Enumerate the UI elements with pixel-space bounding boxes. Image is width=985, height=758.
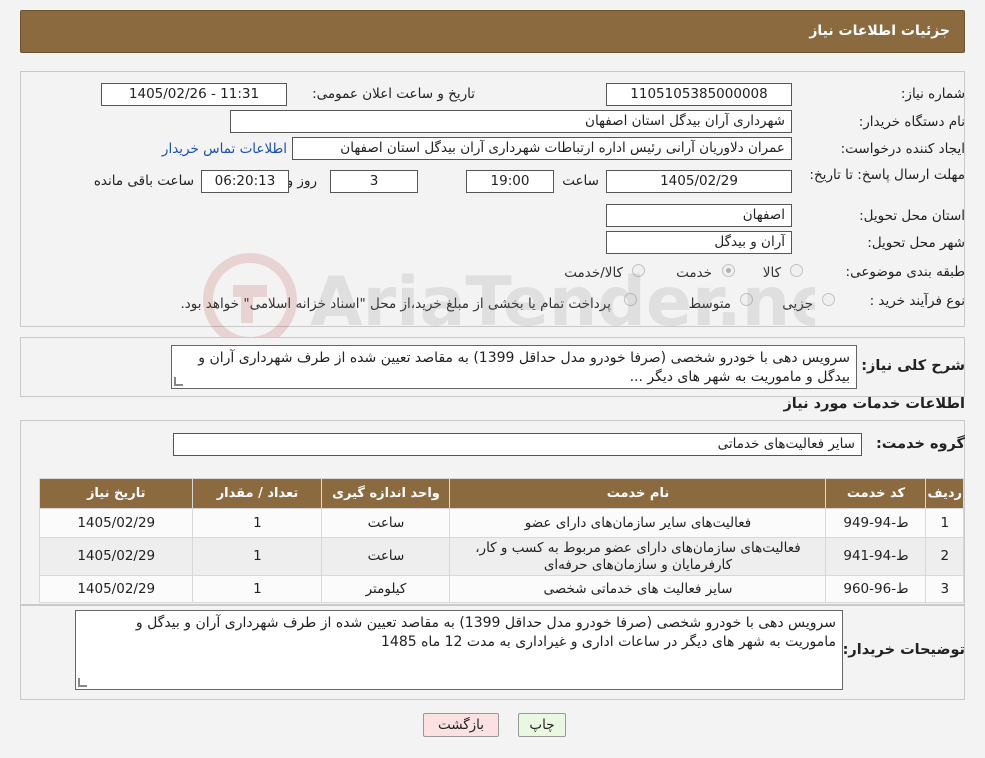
summary-label: شرح کلی نیاز: <box>861 358 965 374</box>
buyer-org-label: نام دستگاه خریدار: <box>858 114 965 130</box>
city-label: شهر محل تحویل: <box>867 235 965 251</box>
requester-field: عمران دلاوریان آرانی رئیس اداره ارتباطات… <box>292 137 792 160</box>
print-button[interactable]: چاپ <box>518 713 566 737</box>
page-title: جزئیات اطلاعات نیاز <box>809 23 950 39</box>
service-date: 1405/02/29 <box>38 575 194 603</box>
buyer-notes-text: سرویس دهی با خودرو شخصی (صرفا خودرو مدل … <box>135 615 836 650</box>
resize-grip-icon[interactable] <box>78 678 87 687</box>
process-minor-radio[interactable] <box>822 293 835 306</box>
service-code: ط-96-960 <box>825 575 927 603</box>
service-code: ط-94-941 <box>825 537 927 576</box>
treasury-checkbox[interactable] <box>624 293 637 306</box>
table-header-row: ردیف کد خدمت نام خدمت واحد اندازه گیری ت… <box>38 478 964 509</box>
col-date-header: تاریخ نیاز <box>38 478 194 509</box>
col-code-header: کد خدمت <box>825 478 927 509</box>
category-service-radio[interactable] <box>722 264 735 277</box>
service-date: 1405/02/29 <box>38 508 194 538</box>
category-goods-label: کالا <box>762 265 781 281</box>
category-goods-service-label: کالا/خدمت <box>564 265 623 281</box>
page-header: جزئیات اطلاعات نیاز <box>20 10 965 53</box>
process-label: نوع فرآیند خرید : <box>869 293 965 309</box>
service-unit: ساعت <box>321 537 451 576</box>
province-field: اصفهان <box>606 204 792 227</box>
province-label: استان محل تحویل: <box>859 208 965 224</box>
service-group-field: سایر فعالیت‌های خدماتی <box>173 433 862 456</box>
deadline-time-label: ساعت <box>562 173 599 189</box>
buyer-contact-link[interactable]: اطلاعات تماس خریدار <box>162 141 287 157</box>
table-row: 3 ط-96-960 سایر فعالیت های خدماتی شخصی ک… <box>38 575 964 603</box>
service-qty: 1 <box>192 575 323 603</box>
need-number-label: شماره نیاز: <box>900 86 965 102</box>
service-name: فعالیت‌های سازمان‌های دارای عضو مربوط به… <box>449 537 827 576</box>
requester-label: ایجاد کننده درخواست: <box>840 141 965 157</box>
buyer-org-field: شهرداری آران بیدگل استان اصفهان <box>230 110 792 133</box>
row-number: 3 <box>925 575 964 603</box>
service-name: سایر فعالیت های خدماتی شخصی <box>449 575 827 603</box>
col-unit-header: واحد اندازه گیری <box>321 478 451 509</box>
service-qty: 1 <box>192 537 323 576</box>
col-row-header: ردیف <box>925 478 964 509</box>
days-label: روز و <box>286 173 317 189</box>
resize-grip-icon[interactable] <box>174 377 183 386</box>
process-medium-radio[interactable] <box>740 293 753 306</box>
service-date: 1405/02/29 <box>38 537 194 576</box>
row-number: 1 <box>925 508 964 538</box>
summary-text: سرویس دهی با خودرو شخصی (صرفا خودرو مدل … <box>198 350 850 385</box>
days-remaining-field: 3 <box>330 170 418 193</box>
table-row: 1 ط-94-949 فعالیت‌های سایر سازمان‌های دا… <box>38 508 964 538</box>
buyer-notes-textarea[interactable]: سرویس دهی با خودرو شخصی (صرفا خودرو مدل … <box>75 610 843 690</box>
remaining-label: ساعت باقی مانده <box>93 173 194 189</box>
category-goods-radio[interactable] <box>790 264 803 277</box>
back-button[interactable]: بازگشت <box>423 713 499 737</box>
remaining-time-field: 06:20:13 <box>201 170 289 193</box>
process-medium-label: متوسط <box>688 296 731 312</box>
service-unit: ساعت <box>321 508 451 538</box>
summary-textarea[interactable]: سرویس دهی با خودرو شخصی (صرفا خودرو مدل … <box>171 345 857 389</box>
category-label: طبقه بندی موضوعی: <box>845 264 965 280</box>
process-minor-label: جزیی <box>782 296 813 312</box>
announce-label: تاریخ و ساعت اعلان عمومی: <box>312 86 475 102</box>
deadline-label: مهلت ارسال پاسخ: تا تاریخ: <box>809 167 965 183</box>
services-table: ردیف کد خدمت نام خدمت واحد اندازه گیری ت… <box>38 478 964 603</box>
announce-datetime-field: 1405/02/26 - 11:31 <box>101 83 287 106</box>
service-group-label: گروه خدمت: <box>875 436 965 452</box>
service-name: فعالیت‌های سایر سازمان‌های دارای عضو <box>449 508 827 538</box>
table-row: 2 ط-94-941 فعالیت‌های سازمان‌های دارای ع… <box>38 537 964 576</box>
service-code: ط-94-949 <box>825 508 927 538</box>
buyer-notes-label: توضیحات خریدار: <box>842 642 965 658</box>
process-note: پرداخت تمام یا بخشی از مبلغ خرید،از محل … <box>180 296 611 312</box>
category-service-label: خدمت <box>676 265 712 281</box>
category-goods-service-radio[interactable] <box>632 264 645 277</box>
service-qty: 1 <box>192 508 323 538</box>
deadline-date-field: 1405/02/29 <box>606 170 792 193</box>
col-name-header: نام خدمت <box>449 478 827 509</box>
city-field: آران و بیدگل <box>606 231 792 254</box>
deadline-time-field: 19:00 <box>466 170 554 193</box>
col-qty-header: تعداد / مقدار <box>192 478 323 509</box>
row-number: 2 <box>925 537 964 576</box>
service-unit: کیلومتر <box>321 575 451 603</box>
services-section-title: اطلاعات خدمات مورد نیاز <box>783 396 965 412</box>
need-number-field: 1105105385000008 <box>606 83 792 106</box>
